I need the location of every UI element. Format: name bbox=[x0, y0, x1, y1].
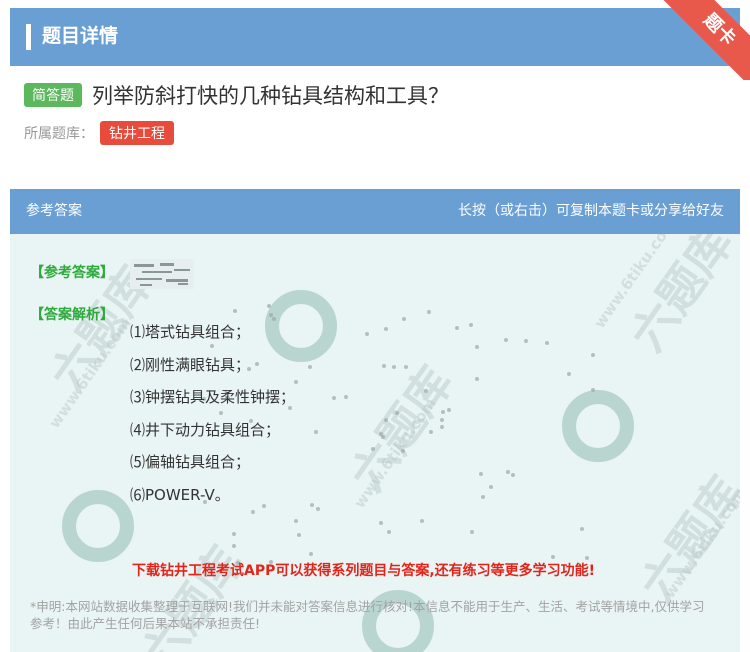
noise-dot bbox=[371, 447, 375, 451]
noise-dot bbox=[469, 323, 473, 327]
noise-dot bbox=[387, 530, 391, 534]
noise-dot bbox=[365, 332, 369, 336]
analysis-label: 【答案解析】 bbox=[30, 307, 114, 323]
question-text: 列举防斜打快的几种钻具结构和工具？ bbox=[92, 84, 449, 108]
noise-dot bbox=[401, 449, 405, 453]
noise-dot bbox=[567, 372, 571, 376]
noise-dot bbox=[479, 472, 483, 476]
ribbon-label[interactable]: 题卡 bbox=[660, 0, 750, 80]
watermark-brand: 六题库 bbox=[619, 234, 740, 361]
analysis-list: ⑴塔式钻具组合； ⑵刚性满眼钻具； ⑶钟摆钻具及柔性钟摆； ⑷井下动力钻具组合；… bbox=[130, 316, 295, 511]
question-row: 简答题 列举防斜打快的几种钻具结构和工具？ bbox=[24, 80, 449, 110]
noise-dot bbox=[475, 345, 479, 349]
app-promo-text[interactable]: 下载钻井工程考试APP可以获得系列题目与答案,还有练习等更多学习功能! bbox=[132, 560, 595, 580]
noise-dot bbox=[424, 389, 428, 393]
noise-dot bbox=[524, 339, 528, 343]
list-item: ⑹POWER-V。 bbox=[130, 485, 230, 504]
question-bank-tag[interactable]: 钻井工程 bbox=[100, 121, 174, 145]
noise-dot bbox=[440, 425, 444, 429]
list-item: ⑴塔式钻具组合； bbox=[130, 323, 251, 341]
answer-header: 参考答案 长按（或右击）可复制本题卡或分享给好友 bbox=[10, 189, 740, 234]
noise-dot bbox=[402, 317, 406, 321]
noise-dot bbox=[545, 341, 549, 345]
noise-dot bbox=[591, 388, 595, 392]
noise-dot bbox=[379, 521, 383, 525]
noise-dot bbox=[551, 555, 555, 559]
noise-dot bbox=[420, 519, 424, 523]
list-item: ⑶钟摆钻具及柔性钟摆； bbox=[130, 388, 296, 406]
noise-dot bbox=[429, 430, 433, 434]
noise-dot bbox=[447, 408, 451, 412]
noise-dot bbox=[440, 418, 444, 422]
list-item: ⑷井下动力钻具组合； bbox=[130, 420, 281, 439]
noise-dot bbox=[232, 532, 236, 536]
page-title: 题目详情 bbox=[42, 25, 119, 47]
noise-dot bbox=[384, 327, 388, 331]
noise-dot bbox=[316, 507, 320, 511]
noise-dot bbox=[384, 418, 388, 422]
question-bank-row: 所属题库： 钻井工程 bbox=[24, 120, 174, 146]
disclaimer-text: *申明:本网站数据收集整理于互联网!我们并未能对答案信息进行核对!本信息不能用于… bbox=[30, 599, 705, 631]
noise-dot bbox=[294, 519, 298, 523]
answer-label: 【参考答案】 bbox=[30, 265, 114, 281]
noise-dot bbox=[392, 365, 396, 369]
noise-dot bbox=[455, 326, 459, 330]
noise-dot bbox=[470, 530, 474, 534]
noise-dot bbox=[314, 430, 318, 434]
noise-dot bbox=[233, 309, 237, 313]
header-accent-bar bbox=[26, 24, 31, 50]
question-bank-label: 所属题库： bbox=[24, 126, 94, 142]
list-item: ⑵刚性满眼钻具； bbox=[130, 355, 251, 374]
list-item: ⑸偏轴钻具组合； bbox=[130, 453, 251, 471]
noise-dot bbox=[310, 503, 314, 507]
noise-dot bbox=[404, 365, 408, 369]
watermark-logo-icon bbox=[62, 490, 134, 562]
corner-ribbon[interactable]: 题卡 bbox=[650, 0, 750, 80]
share-hint: 长按（或右击）可复制本题卡或分享给好友 bbox=[458, 203, 724, 219]
noise-dot bbox=[382, 364, 386, 368]
noise-dot bbox=[591, 353, 595, 357]
noise-dot bbox=[511, 473, 515, 477]
noise-dot bbox=[395, 411, 399, 415]
noise-dot bbox=[506, 470, 510, 474]
noise-dot bbox=[441, 410, 445, 414]
answer-panel: 六题库 www.6tiku.com 六题库 www.6tiku.com 六题库 … bbox=[10, 234, 740, 652]
noise-dot bbox=[309, 552, 313, 556]
noise-dot bbox=[489, 485, 493, 489]
noise-dot bbox=[308, 365, 312, 369]
question-type-badge: 简答题 bbox=[24, 83, 82, 107]
noise-dot bbox=[504, 338, 508, 342]
noise-dot bbox=[379, 432, 383, 436]
answer-image bbox=[130, 259, 194, 289]
noise-dot bbox=[427, 310, 431, 314]
noise-dot bbox=[475, 377, 479, 381]
detail-header: 题目详情 bbox=[10, 8, 740, 66]
noise-dot bbox=[344, 395, 348, 399]
noise-dot bbox=[481, 495, 485, 499]
noise-dot bbox=[232, 544, 236, 548]
noise-dot bbox=[332, 396, 336, 400]
noise-dot bbox=[267, 304, 271, 308]
noise-dot bbox=[297, 533, 301, 537]
noise-dot bbox=[580, 527, 584, 531]
answer-header-title: 参考答案 bbox=[26, 203, 82, 219]
